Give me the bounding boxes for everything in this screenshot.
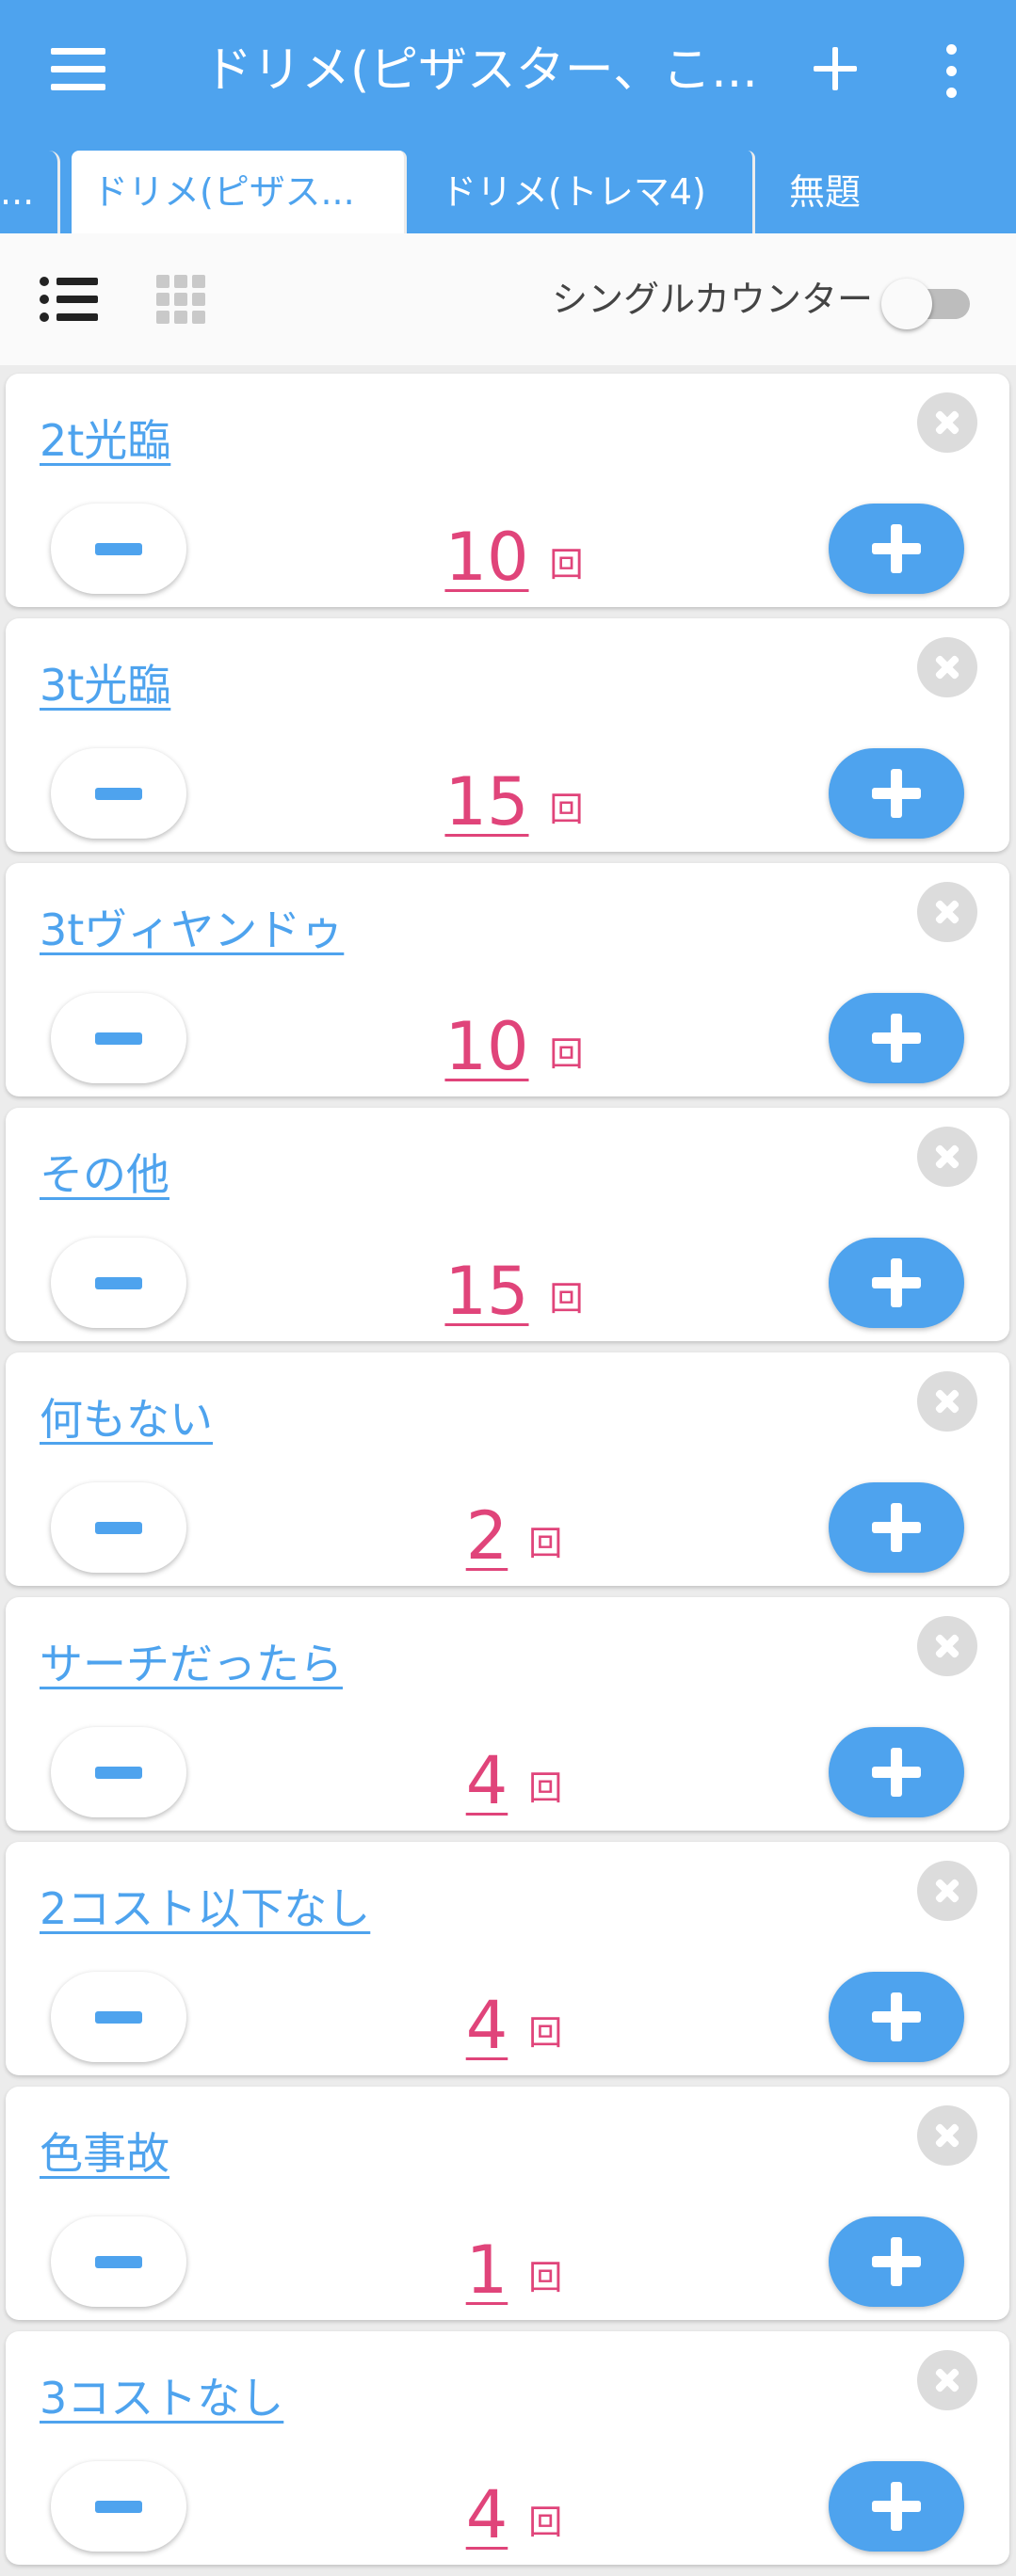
- close-icon[interactable]: [917, 1616, 977, 1676]
- counter-unit: 回: [528, 2014, 563, 2053]
- counter-name[interactable]: 何もない: [40, 1388, 213, 1450]
- counter-unit: 回: [528, 2259, 563, 2297]
- more-vert-icon[interactable]: [932, 38, 970, 104]
- counter-name[interactable]: 3t光臨: [40, 654, 170, 716]
- counter-count: 15: [444, 1253, 529, 1330]
- counter-card: 色事故 1 回: [6, 2087, 1009, 2320]
- close-icon[interactable]: [917, 2350, 977, 2410]
- grid-view-icon[interactable]: [156, 275, 205, 324]
- counter-value: 4 回: [250, 1727, 778, 1821]
- decrement-button[interactable]: [51, 1727, 186, 1817]
- increment-button[interactable]: [829, 2216, 964, 2307]
- counter-value: 10 回: [250, 504, 778, 598]
- counter-card: 何もない 2 回: [6, 1352, 1009, 1586]
- close-icon[interactable]: [917, 1861, 977, 1921]
- counter-card: 3tヴィヤンドゥ 10 回: [6, 863, 1009, 1096]
- increment-button[interactable]: [829, 1238, 964, 1328]
- decrement-button[interactable]: [51, 1972, 186, 2062]
- decrement-button[interactable]: [51, 1238, 186, 1328]
- counter-name[interactable]: 3tヴィヤンドゥ: [40, 899, 344, 961]
- increment-button[interactable]: [829, 504, 964, 594]
- increment-button[interactable]: [829, 993, 964, 1083]
- hamburger-menu-icon[interactable]: [36, 36, 121, 102]
- counter-name[interactable]: サーチだったら: [40, 1633, 343, 1695]
- counter-unit: 回: [549, 546, 584, 584]
- decrement-button[interactable]: [51, 993, 186, 1083]
- list-view-icon[interactable]: [40, 273, 98, 326]
- counter-name[interactable]: 3コストなし: [40, 2367, 283, 2429]
- increment-button[interactable]: [829, 1972, 964, 2062]
- counter-card: 2コスト以下なし 4 回: [6, 1842, 1009, 2075]
- view-toolbar: シングルカウンター: [0, 233, 1016, 365]
- page-title: ドリメ(ピザスター、こ...: [203, 42, 758, 99]
- counter-card: 2t光臨 10 回: [6, 374, 1009, 607]
- decrement-button[interactable]: [51, 2216, 186, 2307]
- counter-card: サーチだったら 4 回: [6, 1597, 1009, 1831]
- close-icon[interactable]: [917, 1371, 977, 1432]
- tab-untitled[interactable]: 無題: [768, 151, 1016, 233]
- counter-count: 1: [465, 2232, 508, 2309]
- counter-unit: 回: [549, 1280, 584, 1319]
- counter-count: 4: [465, 2476, 508, 2553]
- increment-button[interactable]: [829, 2461, 964, 2552]
- tab-strip: ... ドリメ(ピザス... ドリメ(トレマ4) 無題: [0, 151, 1016, 233]
- counter-count: 10: [444, 1008, 529, 1085]
- close-icon[interactable]: [917, 637, 977, 697]
- counter-count: 4: [465, 1742, 508, 1819]
- increment-button[interactable]: [829, 1727, 964, 1817]
- counter-name[interactable]: 2コスト以下なし: [40, 1878, 370, 1940]
- decrement-button[interactable]: [51, 2461, 186, 2552]
- close-icon[interactable]: [917, 1127, 977, 1187]
- counter-unit: 回: [528, 1769, 563, 1808]
- counter-count: 10: [444, 519, 529, 596]
- close-icon[interactable]: [917, 882, 977, 942]
- counter-value: 15 回: [250, 748, 778, 842]
- counter-count: 2: [465, 1497, 508, 1575]
- tab-previous[interactable]: ...: [0, 151, 60, 233]
- app-bar: ドリメ(ピザスター、こ...: [0, 0, 1016, 151]
- add-counter-button[interactable]: [802, 28, 868, 113]
- counter-value: 4 回: [250, 1972, 778, 2066]
- single-counter-label: シングルカウンター: [552, 279, 873, 320]
- decrement-button[interactable]: [51, 504, 186, 594]
- close-icon[interactable]: [917, 2105, 977, 2166]
- increment-button[interactable]: [829, 748, 964, 839]
- counter-unit: 回: [528, 2504, 563, 2542]
- counter-unit: 回: [549, 1035, 584, 1074]
- counter-name[interactable]: 2t光臨: [40, 409, 170, 472]
- counter-count: 15: [444, 763, 529, 840]
- single-counter-toggle[interactable]: [881, 277, 974, 329]
- counter-name[interactable]: その他: [40, 1144, 169, 1206]
- counter-value: 15 回: [250, 1238, 778, 1332]
- counter-unit: 回: [549, 791, 584, 829]
- tab-active[interactable]: ドリメ(ピザス...: [72, 151, 407, 233]
- counter-value: 1 回: [250, 2216, 778, 2311]
- counter-card: その他 15 回: [6, 1108, 1009, 1341]
- counter-value: 2 回: [250, 1482, 778, 1576]
- counter-value: 10 回: [250, 993, 778, 1087]
- counter-card: 3コストなし 4 回: [6, 2331, 1009, 2565]
- counter-unit: 回: [528, 1525, 563, 1563]
- increment-button[interactable]: [829, 1482, 964, 1573]
- counter-card: 3t光臨 15 回: [6, 618, 1009, 852]
- close-icon[interactable]: [917, 392, 977, 453]
- counter-count: 4: [465, 1987, 508, 2064]
- decrement-button[interactable]: [51, 748, 186, 839]
- counter-name[interactable]: 色事故: [40, 2122, 169, 2184]
- counter-value: 4 回: [250, 2461, 778, 2555]
- tab-torema4[interactable]: ドリメ(トレマ4): [420, 151, 755, 233]
- decrement-button[interactable]: [51, 1482, 186, 1573]
